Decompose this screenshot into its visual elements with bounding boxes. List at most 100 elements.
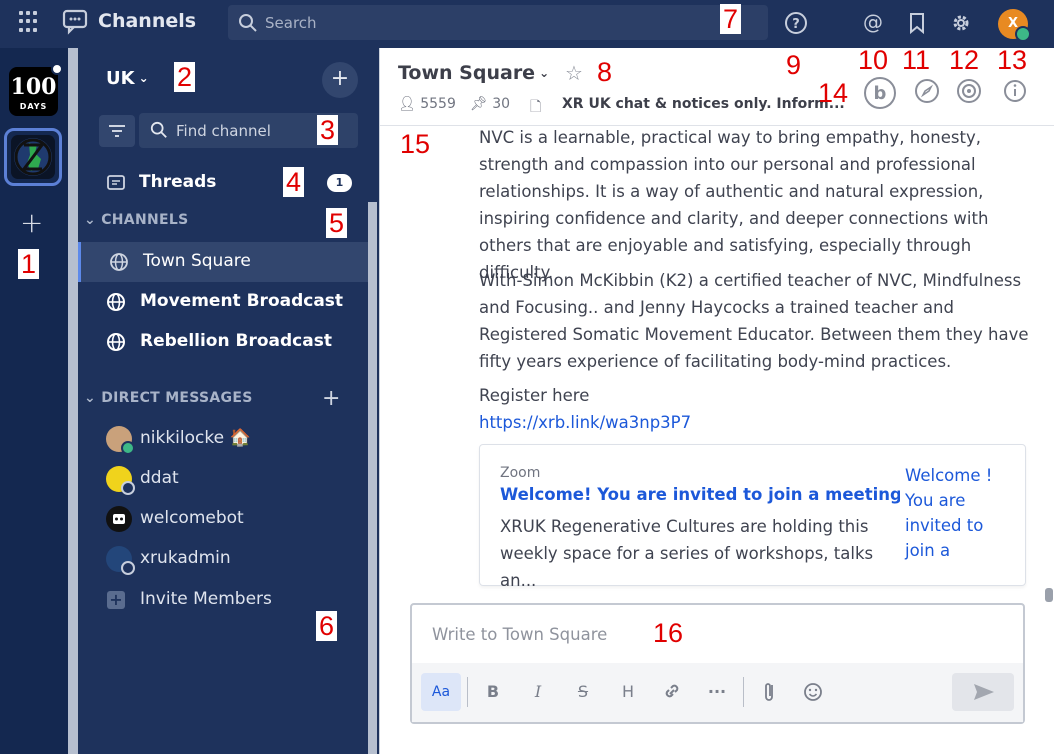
link-icon[interactable] [660,673,684,711]
chevron-down-icon: ⌄ [84,212,102,228]
xr-uk-logo [11,135,55,179]
team-100-days[interactable]: 100 DAYS [9,67,58,116]
member-count: 5559 [420,96,456,112]
user-avatar[interactable]: X [998,9,1031,42]
channel-purpose: XR UK chat & notices only. Inform... [562,96,845,112]
files-icon[interactable]: 🗋 [530,96,541,120]
add-dm-icon[interactable]: + [322,386,340,411]
channels-section-header[interactable]: ⌄ CHANNELS [84,212,188,228]
add-channel-button[interactable]: + [322,62,358,98]
preview-image-alt[interactable]: Welcome ! You are invited to join a [905,463,1015,563]
channels-header-label: CHANNELS [101,212,189,228]
sidebar-divider [68,48,78,754]
svg-text:b: b [874,83,887,104]
post-paragraph: With-Simon McKibbin (K2) a certified tea… [479,271,1029,371]
channel-label: Town Square [143,251,251,271]
sidebar-item-rebellion-broadcast[interactable]: Rebellion Broadcast [78,322,368,362]
globe-icon [107,293,125,311]
emoji-icon[interactable] [801,673,825,711]
channel-label: Movement Broadcast [140,291,344,311]
dm-label: xrukadmin [140,548,231,568]
filter-icon [109,125,125,137]
bold-button[interactable]: B [482,673,504,711]
member-count-button[interactable]: 👤︎ 5559 [398,96,456,112]
annotation-label: 6 [316,611,338,641]
settings-gear-icon[interactable] [948,10,974,36]
threads-icon [107,175,125,190]
team-menu-button[interactable]: UK ⌄ [106,68,149,89]
chevron-down-icon: ⌄ [138,71,149,85]
pinned-count: 30 [492,96,511,112]
annotation-label: 15 [400,129,431,159]
favorite-star-icon[interactable]: ☆ [565,61,583,85]
sidebar-item-welcomebot[interactable]: welcomebot [106,502,366,536]
bot-avatar [106,506,132,532]
filter-button[interactable] [99,115,135,147]
post-register-text: Register here [479,386,590,405]
sidebar-item-movement-broadcast[interactable]: Movement Broadcast [78,282,368,322]
post-list-scrollbar[interactable] [1045,588,1053,602]
sidebar-item-xrukadmin[interactable]: xrukadmin [106,542,366,576]
team1-word: DAYS [19,102,48,111]
annotation-label: 1 [18,249,40,279]
annotation-label: 12 [949,45,980,75]
svg-text:@: @ [863,10,883,34]
threads-count-badge: 1 [327,174,352,192]
globe-icon [107,333,125,351]
dm-section-header[interactable]: ⌄ DIRECT MESSAGES [84,390,253,406]
search-icon [150,121,167,138]
team-name: UK [106,68,135,89]
sidebar-item-town-square[interactable]: Town Square [78,242,368,282]
help-icon[interactable]: ? [783,10,809,36]
channel-sidebar: UK ⌄ + Find channel Threads 1 ⌄ CHANNELS … [68,48,379,754]
annotation-label: 5 [326,208,348,238]
team1-number: 100 [10,74,57,100]
add-team-icon[interactable]: + [20,206,43,239]
saved-items-icon[interactable] [904,10,930,36]
dm-label: welcomebot [140,508,244,528]
channel-name-button[interactable]: Town Square ⌄ [398,62,549,84]
message-composer[interactable]: Write to Town Square Aa B I S H ··· [410,603,1025,724]
post-paragraph: NVC is a learnable, practical way to bri… [479,128,989,282]
bigbluebutton-icon[interactable]: b [863,76,897,110]
sidebar-scrollbar[interactable] [368,202,377,754]
member-icon: 👤︎ [398,96,416,112]
italic-button[interactable]: I [527,673,549,711]
search-icon [239,14,257,32]
annotation-label: 10 [858,45,889,75]
preview-title[interactable]: Welcome! You are invited to join a meeti… [500,485,900,504]
sidebar-item-nikkilocke[interactable]: nikkilocke 🏠 [106,422,366,456]
channel-label: Rebellion Broadcast [140,331,332,351]
toggle-formatting-button[interactable]: Aa [421,673,461,711]
preview-description: XRUK Regenerative Cultures are holding t… [500,517,874,590]
annotation-label: 14 [818,78,849,108]
annotation-label: 16 [653,618,684,648]
more-formatting-button[interactable]: ··· [704,673,730,711]
heading-button[interactable]: H [617,673,639,711]
pinned-count-button[interactable]: 📌︎ 30 [470,96,510,112]
annotation-label: 4 [283,167,305,197]
product-menu-icon[interactable] [19,11,41,33]
app-title: Channels [98,10,197,32]
dm-label: nikkilocke 🏠 [140,428,251,448]
team-uk[interactable] [4,128,62,186]
strikethrough-button[interactable]: S [572,673,594,711]
compass-icon[interactable] [912,76,942,106]
send-button[interactable] [952,673,1014,711]
sidebar-item-threads[interactable]: Threads 1 [106,169,356,197]
post-link[interactable]: https://xrb.link/wa3np3P7 [479,409,1034,436]
online-status-icon [1015,26,1031,42]
mentions-icon[interactable]: @ [860,10,886,36]
globe-icon [110,253,128,271]
team-sidebar: 100 DAYS + [0,48,68,754]
channels-icon [62,9,88,35]
preview-site-name: Zoom [500,465,541,481]
attachment-icon[interactable] [758,673,780,711]
unread-dot-icon [51,63,63,75]
sidebar-item-ddat[interactable]: ddat [106,462,366,496]
link-preview-card[interactable]: Zoom Welcome! You are invited to join a … [479,444,1026,590]
search-input[interactable]: Search [228,5,768,40]
target-icon[interactable] [954,76,984,106]
xr-globe-icon [14,138,52,176]
info-icon[interactable] [1000,76,1030,106]
